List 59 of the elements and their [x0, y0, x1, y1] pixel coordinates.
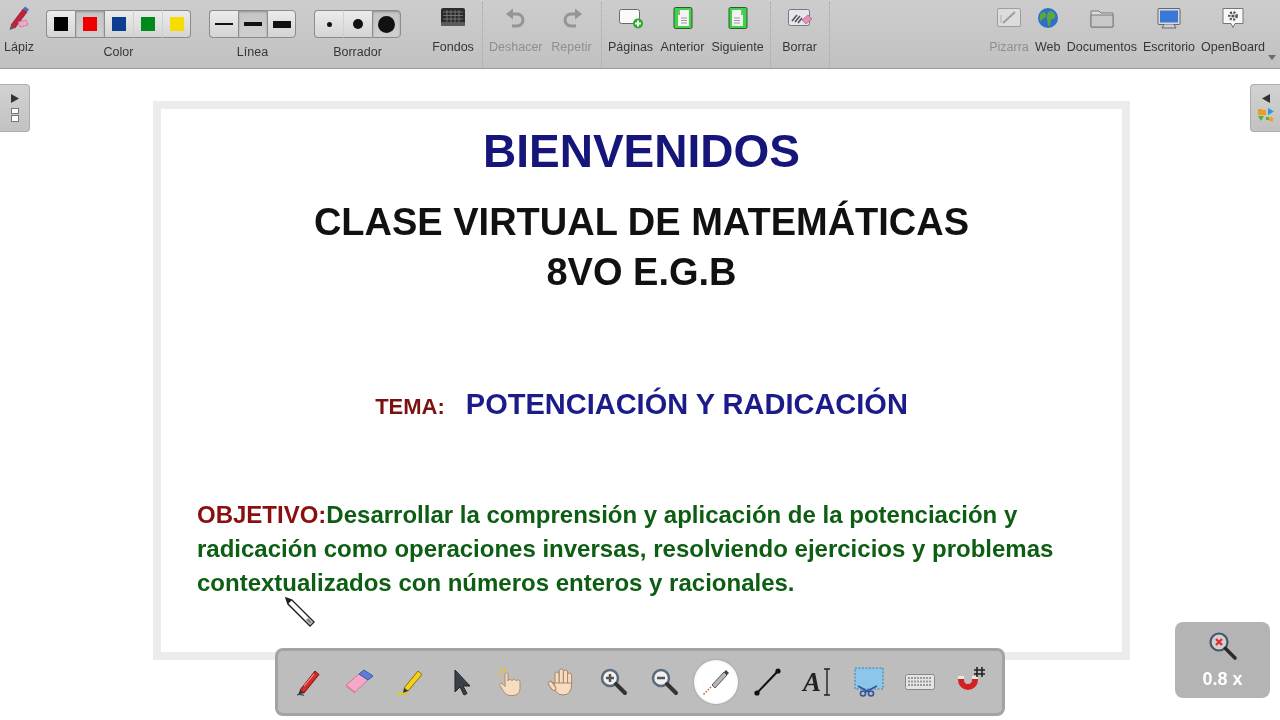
caret-icon[interactable]: [1268, 55, 1276, 60]
text-tool-button[interactable]: A: [796, 660, 840, 704]
color-swatch-button[interactable]: [162, 10, 191, 38]
text-cursor-icon: [821, 666, 833, 698]
folder-icon: [1088, 7, 1115, 29]
objective-paragraph: OBJETIVO:Desarrollar la comprensión y aplicación de la potenciación y radicación como operaciones inversas, resolviendo ejercicios y problemas contextualizados con números enteros y racionales.: [197, 500, 1055, 598]
line-width-button[interactable]: [267, 10, 296, 38]
gear-icon: [1220, 7, 1247, 29]
board-eraser-icon: [786, 7, 813, 29]
color-swatch-button[interactable]: [133, 10, 162, 38]
board-icon: [996, 7, 1022, 29]
slide-subtitle: CLASE VIRTUAL DE MATEMÁTICAS: [313, 199, 970, 245]
pen-cursor-icon: [283, 595, 317, 629]
backgrounds-button[interactable]: Fondos: [427, 0, 479, 55]
app-mode-button[interactable]: OpenBoard: [1198, 0, 1268, 55]
topic-title: POTENCIACIÓN Y RADICACIÓN: [465, 386, 908, 422]
next-button[interactable]: Siguiente: [708, 0, 767, 55]
line-width-button[interactable]: [238, 10, 267, 38]
desktop-mode-button[interactable]: Escritorio: [1139, 0, 1199, 55]
dot-icon: [378, 15, 395, 33]
zoom-out-icon: [649, 666, 681, 698]
color-swatch-button[interactable]: [75, 10, 104, 38]
slide-subtitle: 8VO E.G.B: [546, 250, 737, 295]
toolbar-group-label: Color: [103, 44, 134, 60]
expand-arrow-icon: [10, 94, 19, 103]
monitor-icon: [1156, 7, 1182, 29]
dot-icon: [326, 21, 332, 27]
color-swatch-button[interactable]: [46, 10, 75, 38]
left-panel-tab[interactable]: [0, 84, 30, 132]
dot-icon: [353, 19, 363, 29]
collapse-arrow-icon: [1261, 94, 1270, 103]
web-mode-button[interactable]: Web: [1031, 0, 1064, 55]
capture-icon: [853, 666, 885, 698]
topic-label: TEMA:: [375, 393, 445, 421]
previous-button[interactable]: Anterior: [656, 0, 709, 55]
eraser-size-button[interactable]: [343, 10, 372, 38]
line-width-icon: [272, 20, 291, 28]
line-width-icon: [215, 23, 233, 25]
line-icon: [751, 666, 783, 698]
add-page-button[interactable]: Páginas: [604, 0, 657, 55]
color-swatch-button[interactable]: [104, 10, 133, 38]
pages-icon: [9, 108, 20, 122]
line-width-button[interactable]: [209, 10, 238, 38]
right-panel-tab[interactable]: [1250, 84, 1280, 132]
eraser-size-button[interactable]: [372, 10, 401, 38]
zoom-in-icon: [598, 666, 630, 698]
clear-button[interactable]: Borrar: [773, 0, 826, 55]
eraser-size-button[interactable]: [314, 10, 343, 38]
grid-icon: [440, 7, 466, 29]
pen-tool-button[interactable]: Lápiz: [2, 0, 36, 55]
laser-pointer-button[interactable]: [694, 660, 738, 704]
magnifier-icon: [1206, 630, 1239, 662]
line-width-icon: [244, 22, 262, 26]
shapes-icon: [1257, 108, 1274, 122]
toolbar-group-label: Línea: [236, 44, 269, 60]
add-page-icon: [617, 7, 644, 29]
slide-title: BIENVENIDOS: [483, 124, 800, 179]
toolbar-group-label: Borrador: [333, 44, 382, 60]
documents-mode-button[interactable]: Documentos: [1063, 0, 1140, 55]
